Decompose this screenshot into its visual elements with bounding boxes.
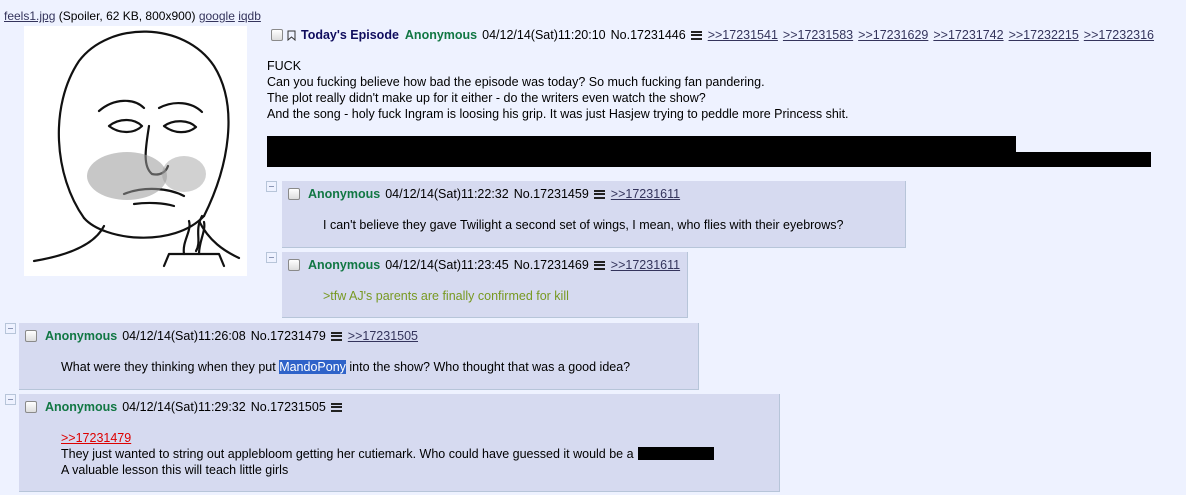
reply-backlink[interactable]: >>17231505 bbox=[348, 329, 418, 343]
hide-reply-icon[interactable] bbox=[266, 181, 277, 192]
reply-post-number[interactable]: No.17231505 bbox=[251, 400, 326, 414]
reply-message: What were they thinking when they put Ma… bbox=[61, 359, 630, 375]
spoiler-block[interactable] bbox=[267, 152, 1151, 167]
file-info: feels1.jpg (Spoiler, 62 KB, 800x900) goo… bbox=[4, 9, 261, 23]
op-select-checkbox[interactable] bbox=[271, 29, 283, 41]
op-thumbnail[interactable] bbox=[24, 26, 247, 276]
reply-poster-name: Anonymous bbox=[308, 258, 381, 272]
feels-guy-image bbox=[24, 26, 247, 276]
op-backlink[interactable]: >>17232316 bbox=[1084, 28, 1154, 42]
reply-menu-icon[interactable] bbox=[330, 331, 342, 341]
selected-text[interactable]: MandoPony bbox=[279, 360, 346, 374]
reply-post: Anonymous 04/12/14(Sat)11:23:45 No.17231… bbox=[282, 252, 688, 318]
hide-reply-icon[interactable] bbox=[5, 394, 16, 405]
reply-datetime: 04/12/14(Sat)11:23:45 bbox=[385, 258, 509, 272]
message-text: They just wanted to string out applebloo… bbox=[61, 447, 634, 461]
reply-post-number[interactable]: No.17231469 bbox=[514, 258, 589, 272]
op-post-number[interactable]: No.17231446 bbox=[611, 28, 686, 42]
op-menu-icon[interactable] bbox=[690, 30, 702, 40]
message-text: A valuable lesson this will teach little… bbox=[61, 463, 289, 477]
google-search-link[interactable]: google bbox=[199, 9, 235, 23]
quote-link[interactable]: >>17231479 bbox=[61, 431, 131, 445]
reply-select-checkbox[interactable] bbox=[25, 401, 37, 413]
reply-menu-icon[interactable] bbox=[593, 189, 605, 199]
reply-backlink[interactable]: >>17231611 bbox=[611, 187, 680, 201]
reply-poster-name: Anonymous bbox=[308, 187, 381, 201]
op-subject: Today's Episode bbox=[301, 28, 399, 42]
reply-message: I can't believe they gave Twilight a sec… bbox=[323, 218, 844, 232]
inline-spoiler[interactable] bbox=[637, 447, 714, 460]
op-datetime: 04/12/14(Sat)11:20:10 bbox=[482, 28, 606, 42]
reply-post-number[interactable]: No.17231479 bbox=[251, 329, 326, 343]
message-text: What were they thinking when they put bbox=[61, 360, 280, 374]
op-line: Can you fucking believe how bad the epis… bbox=[267, 75, 765, 89]
reply-poster-name: Anonymous bbox=[45, 400, 118, 414]
reply-header: Anonymous 04/12/14(Sat)11:23:45 No.17231… bbox=[288, 258, 680, 272]
reply-message: >>17231479 They just wanted to string ou… bbox=[61, 430, 714, 478]
greentext-line: >tfw AJ's parents are finally confirmed … bbox=[323, 289, 569, 303]
file-meta: (Spoiler, 62 KB, 800x900) bbox=[58, 9, 196, 23]
op-backlink[interactable]: >>17231583 bbox=[783, 28, 853, 42]
reply-datetime: 04/12/14(Sat)11:29:32 bbox=[122, 400, 246, 414]
reply-backlink[interactable]: >>17231611 bbox=[611, 258, 680, 272]
reply-select-checkbox[interactable] bbox=[25, 330, 37, 342]
op-backlink[interactable]: >>17231541 bbox=[708, 28, 778, 42]
reply-post: Anonymous 04/12/14(Sat)11:26:08 No.17231… bbox=[19, 323, 699, 390]
op-line: FUCK bbox=[267, 59, 302, 73]
reply-post: Anonymous 04/12/14(Sat)11:22:32 No.17231… bbox=[282, 181, 906, 248]
op-message: FUCK Can you fucking believe how bad the… bbox=[267, 58, 849, 122]
op-line: The plot really didn't make up for it ei… bbox=[267, 91, 706, 105]
bookmark-icon[interactable] bbox=[287, 30, 296, 41]
op-backlink[interactable]: >>17232215 bbox=[1009, 28, 1079, 42]
reply-menu-icon[interactable] bbox=[330, 402, 342, 412]
op-poster-name: Anonymous bbox=[404, 28, 478, 42]
op-backlink[interactable]: >>17231742 bbox=[933, 28, 1003, 42]
op-header: Today's Episode Anonymous 04/12/14(Sat)1… bbox=[271, 28, 1159, 42]
reply-post: Anonymous 04/12/14(Sat)11:29:32 No.17231… bbox=[19, 394, 780, 492]
op-line: And the song - holy fuck Ingram is loosi… bbox=[267, 107, 849, 121]
reply-select-checkbox[interactable] bbox=[288, 188, 300, 200]
reply-header: Anonymous 04/12/14(Sat)11:29:32 No.17231… bbox=[25, 400, 348, 414]
reply-header: Anonymous 04/12/14(Sat)11:26:08 No.17231… bbox=[25, 329, 418, 343]
hide-reply-icon[interactable] bbox=[266, 252, 277, 263]
file-name-link[interactable]: feels1.jpg bbox=[4, 9, 55, 23]
reply-select-checkbox[interactable] bbox=[288, 259, 300, 271]
reply-datetime: 04/12/14(Sat)11:26:08 bbox=[122, 329, 246, 343]
iqdb-search-link[interactable]: iqdb bbox=[238, 9, 261, 23]
message-text: into the show? Who thought that was a go… bbox=[345, 360, 631, 374]
reply-datetime: 04/12/14(Sat)11:22:32 bbox=[385, 187, 509, 201]
op-backlink[interactable]: >>17231629 bbox=[858, 28, 928, 42]
reply-header: Anonymous 04/12/14(Sat)11:22:32 No.17231… bbox=[288, 187, 680, 201]
reply-menu-icon[interactable] bbox=[593, 260, 605, 270]
reply-post-number[interactable]: No.17231459 bbox=[514, 187, 589, 201]
reply-poster-name: Anonymous bbox=[45, 329, 118, 343]
hide-reply-icon[interactable] bbox=[5, 323, 16, 334]
